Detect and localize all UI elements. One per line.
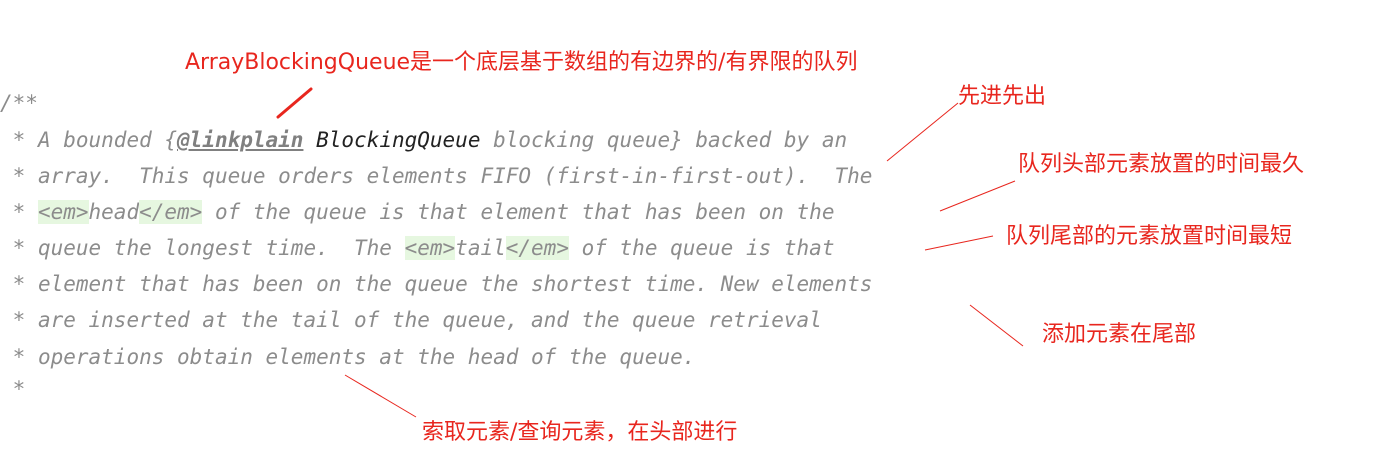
comment-open-line: /**	[0, 88, 38, 118]
comment-prefix: *	[0, 200, 38, 224]
screenshot-canvas: /** * A bounded {@linkplain BlockingQueu…	[0, 0, 1393, 463]
em-close-tag: </em>	[139, 200, 203, 224]
comment-text: of the queue is that	[568, 236, 835, 260]
title-marker-stroke	[276, 87, 313, 119]
annotation-insert: 添加元素在尾部	[1042, 322, 1197, 347]
annotation-head: 队列头部元素放置的时间最久	[1018, 152, 1305, 177]
comment-prefix: *	[0, 236, 38, 260]
fifo-leader-line	[886, 102, 959, 162]
comment-open: /**	[0, 91, 38, 115]
head-leader-line	[939, 180, 1016, 212]
em-open-tag: <em>	[404, 236, 456, 260]
annotation-tail: 队列尾部的元素放置时间最短	[1006, 224, 1293, 249]
comment-text: operations obtain elements at the head o…	[37, 345, 696, 369]
comment-prefix: *	[0, 272, 38, 296]
em-close-tag: </em>	[505, 236, 569, 260]
em-word-tail: tail	[455, 236, 506, 260]
comment-text: element that has been on the queue the s…	[37, 272, 873, 296]
comment-line-8: *	[0, 374, 26, 404]
em-open-tag: <em>	[37, 200, 89, 224]
comment-text: array. This queue orders elements FIFO (…	[37, 164, 873, 188]
tail-leader-line	[924, 235, 994, 251]
blockingqueue-reference[interactable]: BlockingQueue	[316, 128, 480, 152]
comment-line-7: * operations obtain elements at the head…	[0, 342, 696, 372]
annotation-retrieve: 索取元素/查询元素，在头部进行	[422, 420, 738, 445]
comment-prefix: *	[0, 128, 38, 152]
comment-text: queue the longest time. The	[37, 236, 405, 260]
comment-prefix: *	[0, 164, 38, 188]
em-word-head: head	[88, 200, 140, 224]
comment-line-4: * queue the longest time. The <em>tail</…	[0, 233, 834, 263]
comment-text: A bounded {	[37, 128, 178, 152]
comment-text: of the queue is that element that has be…	[202, 200, 835, 224]
annotation-title: ArrayBlockingQueue是一个底层基于数组的有边界的/有界限的队列	[185, 50, 858, 75]
comment-text: blocking queue} backed by an	[480, 128, 848, 152]
comment-line-3: * <em>head</em> of the queue is that ele…	[0, 197, 834, 227]
linkplain-tag[interactable]: @linkplain	[177, 128, 303, 152]
comment-line-2: * array. This queue orders elements FIFO…	[0, 161, 873, 191]
retrieve-leader-line	[344, 374, 417, 418]
comment-text: are inserted at the tail of the queue, a…	[37, 308, 822, 332]
comment-star: *	[0, 377, 26, 401]
annotation-fifo: 先进先出	[958, 84, 1047, 109]
comment-line-6: * are inserted at the tail of the queue,…	[0, 305, 822, 335]
comment-prefix: *	[0, 308, 38, 332]
comment-line-1: * A bounded {@linkplain BlockingQueue bl…	[0, 125, 848, 155]
insert-leader-line	[969, 304, 1024, 347]
comment-line-5: * element that has been on the queue the…	[0, 269, 873, 299]
comment-prefix: *	[0, 345, 38, 369]
